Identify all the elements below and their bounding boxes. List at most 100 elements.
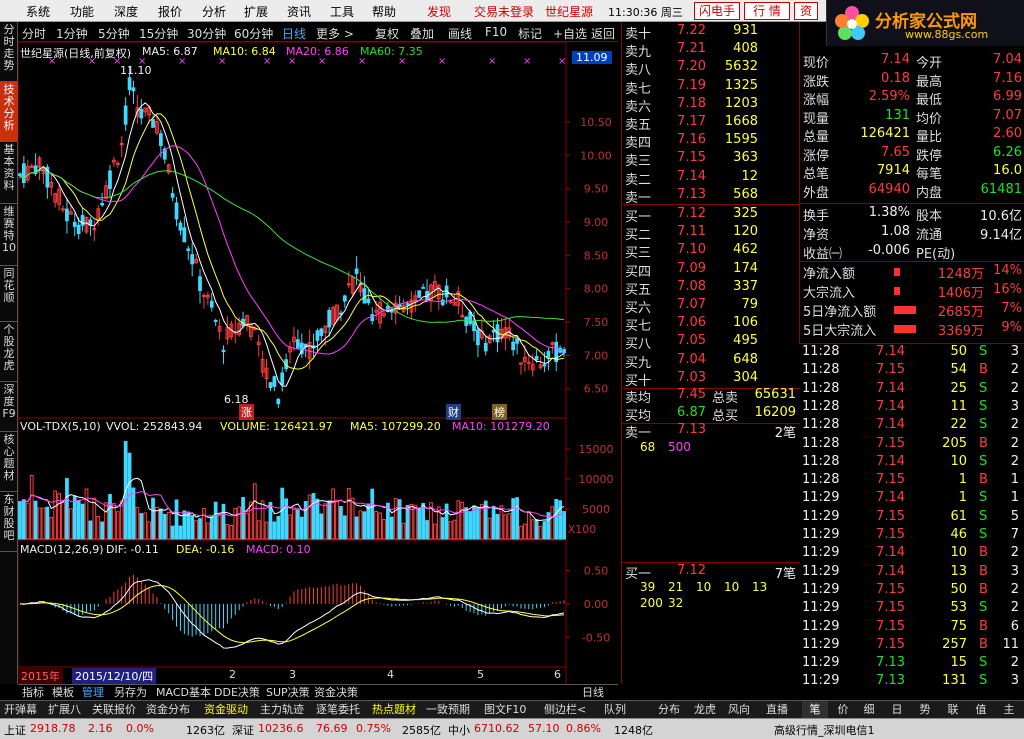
period-60min[interactable]: 60分钟 xyxy=(234,25,273,42)
period-1min[interactable]: 1分钟 xyxy=(56,25,88,42)
right-panel-tab[interactable]: 细 xyxy=(856,701,882,719)
tool-draw-line[interactable]: 画线 xyxy=(448,25,472,42)
tab-sup[interactable]: SUP决策 xyxy=(264,685,312,701)
tab-indicator[interactable]: 指标 xyxy=(20,685,46,701)
tick-row[interactable]: 11:29 7.15 61 S 5 xyxy=(799,509,1024,527)
tick-row[interactable]: 11:29 7.14 10 B 2 xyxy=(799,545,1024,563)
bid-row[interactable]: 买二 7.11 120 xyxy=(622,224,800,243)
right-panel-tab[interactable]: 价 xyxy=(830,701,856,719)
func-item[interactable]: 关联报价 xyxy=(92,702,136,718)
tool-back[interactable]: 返回 xyxy=(591,25,615,42)
menu-depth[interactable]: 深度 xyxy=(114,3,138,20)
tool-add-watchlist[interactable]: +自选 xyxy=(553,25,587,42)
marker-limit-up[interactable]: 涨 xyxy=(239,404,254,420)
tick-row[interactable]: 11:29 7.14 13 B 3 xyxy=(799,564,1024,582)
right-panel-tab[interactable]: 势 xyxy=(912,701,938,719)
period-30min[interactable]: 30分钟 xyxy=(187,25,226,42)
tick-row[interactable]: 11:28 7.14 50 S 3 xyxy=(799,344,1024,362)
right-panel-tab[interactable]: 主 xyxy=(996,701,1022,719)
bid-row[interactable]: 买六 7.07 79 xyxy=(622,297,800,316)
tool-f10[interactable]: F10 xyxy=(485,25,507,39)
leftnav-core-topics[interactable]: 核心题材 xyxy=(0,432,18,492)
period-more[interactable]: 更多 > xyxy=(316,25,354,42)
tick-row[interactable]: 11:28 7.14 11 S 3 xyxy=(799,399,1024,417)
leftnav-depth-f9[interactable]: 深度F9 xyxy=(0,382,18,432)
right-panel-tab[interactable]: 日 xyxy=(884,701,910,719)
tick-row[interactable]: 11:28 7.14 25 S 2 xyxy=(799,381,1024,399)
tick-row[interactable]: 11:29 7.15 75 B 6 xyxy=(799,619,1024,637)
tick-row[interactable]: 11:28 7.15 205 B 2 xyxy=(799,436,1024,454)
menu-news[interactable]: 资讯 xyxy=(287,3,311,20)
menu-system[interactable]: 系统 xyxy=(26,3,50,20)
leftnav-weisaite[interactable]: 维赛特10 xyxy=(0,204,18,266)
leftnav-forum[interactable]: 东财股吧 xyxy=(0,492,18,552)
tab-save-as[interactable]: 另存为 xyxy=(112,685,149,701)
menu-help[interactable]: 帮助 xyxy=(372,3,396,20)
tab-manage[interactable]: 管理 xyxy=(80,685,106,701)
bid-row[interactable]: 买十 7.03 304 xyxy=(622,370,800,389)
right-panel-tab[interactable]: 笔 xyxy=(802,701,828,719)
func-item[interactable]: 队列 xyxy=(604,702,626,718)
func-item[interactable]: 侧边栏< xyxy=(544,702,586,718)
ask-row[interactable]: 卖八 7.20 5632 xyxy=(622,59,800,78)
menu-analysis[interactable]: 分析 xyxy=(202,3,226,20)
tick-row[interactable]: 11:28 7.15 54 B 2 xyxy=(799,362,1024,380)
server-status[interactable]: 高级行情_深圳电信1 xyxy=(774,722,875,738)
bid-row[interactable]: 买八 7.05 495 xyxy=(622,333,800,352)
period-timeshare[interactable]: 分时 xyxy=(22,25,46,42)
menu-extend[interactable]: 扩展 xyxy=(244,3,268,20)
chart-area[interactable]: 10.50 10.00 9.50 9.00 8.50 8.00 7.50 7.00 6.50 15… xyxy=(17,41,618,684)
bid-row[interactable]: 买七 7.06 106 xyxy=(622,315,800,334)
tab-fund-decision[interactable]: 资金决策 xyxy=(312,685,360,701)
bid-row[interactable]: 买三 7.10 462 xyxy=(622,242,800,261)
menu-function[interactable]: 功能 xyxy=(70,3,94,20)
leftnav-basic-info[interactable]: 基本资料 xyxy=(0,142,18,204)
right-panel-tab[interactable]: 值 xyxy=(968,701,994,719)
tick-row[interactable]: 11:29 7.15 50 B 2 xyxy=(799,582,1024,600)
menu-quote[interactable]: 报价 xyxy=(158,3,182,20)
tick-row[interactable]: 11:29 7.14 1 S 1 xyxy=(799,490,1024,508)
bid-row[interactable]: 买四 7.09 174 xyxy=(622,261,800,280)
tab-dde[interactable]: DDE决策 xyxy=(212,685,262,701)
func-item[interactable]: 分布 xyxy=(658,702,680,718)
leftnav-tonghuashun[interactable]: 同花顺 xyxy=(0,266,18,322)
tick-row[interactable]: 11:28 7.15 1 B 1 xyxy=(799,472,1024,490)
ask-row[interactable]: 卖九 7.21 408 xyxy=(622,41,800,60)
trade-login-status[interactable]: 交易未登录 xyxy=(474,3,534,20)
leftnav-timeshare[interactable]: 分时走势 xyxy=(0,22,18,82)
tick-list[interactable]: 11:28 7.14 50 S 3 11:28 7.15 54 B 2 11:2… xyxy=(799,343,1024,688)
tool-overlay[interactable]: 叠加 xyxy=(410,25,434,42)
leftnav-dragon-tiger[interactable]: 个股龙虎 xyxy=(0,322,18,382)
ask-row[interactable]: 卖七 7.19 1325 xyxy=(622,78,800,97)
func-item[interactable]: 扩展八 xyxy=(48,702,81,718)
ask-row[interactable]: 卖十 7.22 931 xyxy=(622,23,800,42)
func-item[interactable]: 一致预期 xyxy=(426,702,470,718)
ask-row[interactable]: 卖三 7.15 363 xyxy=(622,150,800,169)
leftnav-technical[interactable]: 技术分析 xyxy=(0,82,18,142)
tick-row[interactable]: 11:28 7.14 22 S 2 xyxy=(799,417,1024,435)
tick-row[interactable]: 11:29 7.13 131 S 3 xyxy=(799,673,1024,691)
func-item[interactable]: 资金驱动 xyxy=(204,702,248,718)
tool-mark[interactable]: 标记 xyxy=(518,25,542,42)
marker-finance[interactable]: 财 xyxy=(446,404,461,420)
func-item[interactable]: 主力轨迹 xyxy=(260,702,304,718)
bid-row[interactable]: 买一 7.12 325 xyxy=(622,206,800,225)
tab-template[interactable]: 模板 xyxy=(50,685,76,701)
tick-row[interactable]: 11:29 7.15 53 S 2 xyxy=(799,600,1024,618)
ask-row[interactable]: 卖二 7.14 12 xyxy=(622,169,800,188)
period-15min[interactable]: 15分钟 xyxy=(139,25,178,42)
tab-daily-period[interactable]: 日线 xyxy=(580,685,606,701)
tool-restore-rights[interactable]: 复权 xyxy=(375,25,399,42)
flash-trade-button[interactable]: 闪电手 xyxy=(694,2,740,20)
func-item[interactable]: 龙虎 xyxy=(694,702,716,718)
menu-discover[interactable]: 发现 xyxy=(427,3,451,20)
ask-row[interactable]: 卖五 7.17 1668 xyxy=(622,114,800,133)
func-item[interactable]: 图文F10 xyxy=(484,702,526,718)
market-button[interactable]: 行 情 xyxy=(744,2,790,20)
func-item[interactable]: 热点题材 xyxy=(372,702,416,718)
func-item[interactable]: 逐笔委托 xyxy=(316,702,360,718)
func-item[interactable]: 直播 xyxy=(766,702,788,718)
ask-row[interactable]: 卖六 7.18 1203 xyxy=(622,96,800,115)
tick-row[interactable]: 11:28 7.14 10 S 2 xyxy=(799,454,1024,472)
tab-macd-basic[interactable]: MACD基本 xyxy=(154,685,213,701)
